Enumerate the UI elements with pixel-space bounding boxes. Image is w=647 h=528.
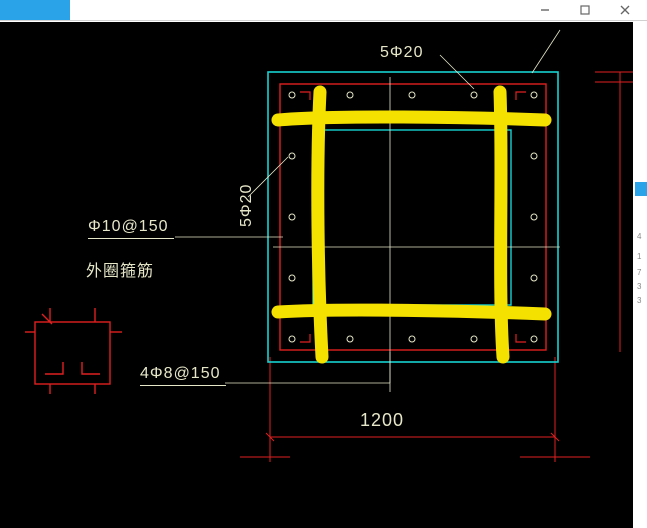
- titlebar-progress: [0, 0, 70, 20]
- cad-canvas[interactable]: 5Φ20 5Φ20 Φ10@150 外圈箍筋 4Φ8@150 1200: [0, 22, 633, 528]
- side-ruler-tick: 1: [637, 252, 641, 261]
- label-stirrup-main: Φ10@150: [88, 218, 169, 236]
- side-ruler-highlight: [635, 182, 647, 196]
- side-ruler-tick: 3: [637, 296, 641, 305]
- maximize-button[interactable]: [565, 0, 605, 20]
- dimension-bottom: 1200: [360, 410, 404, 431]
- label-left-rebar: 5Φ20: [238, 184, 256, 227]
- side-ruler-tick: 7: [637, 268, 641, 277]
- label-top-rebar: 5Φ20: [380, 44, 423, 62]
- label-inner-ties: 4Φ8@150: [140, 365, 221, 383]
- inner-concrete-line: [313, 130, 511, 305]
- stirrup-detail-icon: [25, 308, 122, 394]
- label-inner-ties-underline: [140, 385, 226, 386]
- side-ruler-tick: 3: [637, 282, 641, 291]
- close-button[interactable]: [605, 0, 645, 20]
- label-stirrup-underline: [88, 238, 174, 239]
- window-titlebar: [0, 0, 647, 21]
- side-ruler-tick: 4: [637, 232, 641, 241]
- yellow-markup-overlay: [278, 92, 545, 357]
- side-ruler: 4 1 7 3 3: [635, 22, 647, 528]
- label-stirrup-desc: 外圈箍筋: [86, 257, 154, 281]
- window-controls: [525, 0, 645, 20]
- minimize-button[interactable]: [525, 0, 565, 20]
